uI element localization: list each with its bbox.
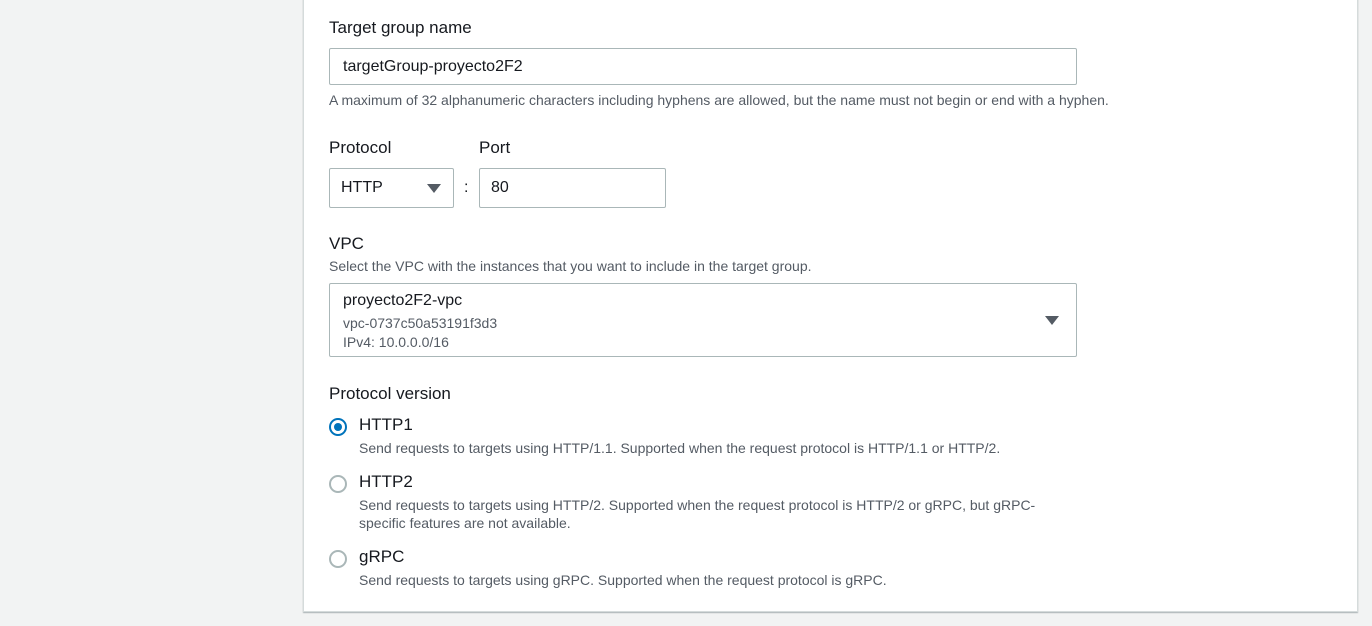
vpc-selected-cidr: IPv4: 10.0.0.0/16 — [343, 334, 449, 350]
port-label: Port — [479, 138, 511, 157]
protocol-label: Protocol — [329, 138, 392, 157]
port-value: 80 — [491, 179, 509, 196]
option-http2-title[interactable]: HTTP2 — [359, 472, 413, 492]
protocol-selected-value: HTTP — [341, 179, 383, 196]
protocol-version-label: Protocol version — [329, 384, 451, 403]
option-grpc-title[interactable]: gRPC — [359, 547, 404, 567]
radio-grpc[interactable] — [329, 550, 347, 568]
caret-down-icon — [427, 184, 441, 193]
target-group-name-value: targetGroup-proyecto2F2 — [343, 57, 523, 75]
vpc-hint: Select the VPC with the instances that y… — [329, 258, 812, 274]
vpc-label: VPC — [329, 234, 364, 253]
option-http1-description: Send requests to targets using HTTP/1.1.… — [359, 440, 1001, 456]
vpc-selected-name: proyecto2F2-vpc — [343, 292, 463, 309]
caret-down-icon — [1045, 316, 1059, 325]
radio-http1[interactable] — [329, 418, 347, 436]
option-http2-description: Send requests to targets using HTTP/2. S… — [359, 497, 1036, 531]
protocol-port-separator: : — [464, 179, 469, 196]
vpc-select[interactable]: proyecto2F2-vpc vpc-0737c50a53191f3d3 IP… — [329, 283, 1077, 357]
option-http1-title[interactable]: HTTP1 — [359, 415, 413, 435]
protocol-select[interactable]: HTTP — [329, 168, 454, 208]
target-group-config-panel: Target group name targetGroup-proyecto2F… — [303, 0, 1358, 612]
option-grpc-description: Send requests to targets using gRPC. Sup… — [359, 572, 887, 588]
vpc-selected-id: vpc-0737c50a53191f3d3 — [343, 315, 498, 331]
target-group-name-label: Target group name — [329, 18, 472, 37]
target-group-name-input[interactable]: targetGroup-proyecto2F2 — [329, 48, 1077, 85]
radio-http2[interactable] — [329, 475, 347, 493]
port-input[interactable]: 80 — [479, 168, 666, 208]
target-group-name-hint: A maximum of 32 alphanumeric characters … — [329, 92, 1109, 108]
